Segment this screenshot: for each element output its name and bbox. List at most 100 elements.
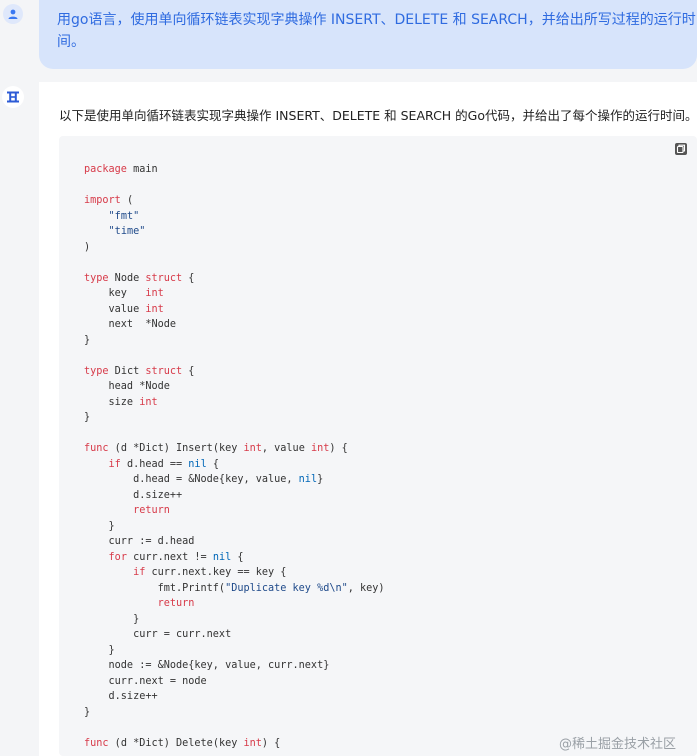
assistant-avatar	[2, 86, 24, 108]
code-token: size	[84, 396, 140, 408]
code-line: func (d *Dict) Delete(key int) {	[84, 736, 385, 752]
code-token: return	[157, 598, 195, 609]
code-token: int	[145, 288, 164, 299]
code-token: import	[84, 195, 121, 206]
code-line: "time"	[84, 224, 385, 240]
code-line: if d.head == nil {	[84, 457, 385, 473]
code-token: curr := d.head	[84, 536, 195, 547]
code-line: d.size++	[84, 689, 385, 705]
code-line: return	[84, 596, 385, 612]
code-token: int	[145, 303, 164, 315]
code-token: , key)	[347, 582, 385, 594]
code-token: }	[84, 706, 91, 718]
code-token: )	[84, 241, 91, 253]
user-icon	[8, 9, 18, 19]
code-token: }	[317, 474, 324, 485]
code-token: {	[182, 365, 195, 377]
code-token: }	[84, 520, 115, 532]
chat-page: 用go语言，使用单向循环链表实现字典操作 INSERT、DELETE 和 SEA…	[0, 0, 697, 756]
code-token: ) {	[329, 443, 348, 454]
code-token: curr.next !=	[126, 551, 213, 563]
code-line: value int	[84, 302, 385, 318]
code-line: curr = curr.next	[84, 627, 385, 643]
code-token: return	[133, 505, 170, 516]
code-token: ) {	[261, 737, 281, 749]
code-token: package	[84, 164, 127, 175]
code-line: }	[84, 519, 385, 535]
user-avatar	[3, 4, 23, 24]
code-token: struct	[145, 272, 183, 284]
code-token: {	[231, 551, 244, 563]
code-token: int	[243, 443, 262, 454]
code-line: head *Node	[84, 379, 385, 395]
code-line: )	[84, 240, 385, 256]
code-token: func	[84, 737, 109, 749]
code-line: next *Node	[84, 317, 385, 333]
code-token: , value	[261, 443, 311, 454]
code-token: if	[133, 567, 146, 578]
code-token: int	[243, 737, 262, 749]
code-line: d.head = &Node{key, value, nil}	[84, 472, 385, 488]
assistant-intro-text: 以下是使用单向循环链表实现字典操作 INSERT、DELETE 和 SEARCH…	[59, 108, 697, 123]
code-line: curr := d.head	[84, 534, 385, 550]
code-token: Dict	[108, 365, 146, 377]
code-token: curr = curr.next	[84, 629, 232, 640]
code-token: curr.next.key == key {	[145, 567, 287, 578]
watermark: @稀土掘金技术社区	[559, 733, 676, 752]
code-line: key int	[84, 286, 385, 302]
copy-code-button[interactable]	[674, 141, 688, 155]
code-token: type	[84, 272, 109, 284]
code-line: type Dict struct {	[84, 364, 385, 380]
code-line: "fmt"	[84, 209, 385, 225]
code-token: struct	[145, 365, 183, 377]
code-token: Node	[108, 272, 146, 284]
code-token: d.head = &Node{key, value,	[84, 474, 299, 485]
code-token: nil	[212, 551, 232, 563]
code-token: {	[182, 272, 195, 284]
code-line: }	[84, 333, 385, 349]
code-token: head *Node	[84, 381, 170, 392]
code-line: d.size++	[84, 488, 385, 504]
code-token: key	[84, 288, 146, 299]
code-token: d.size++	[84, 691, 158, 702]
code-token: d.head ==	[120, 458, 189, 470]
code-token: d.size++	[84, 489, 183, 501]
code-token: curr.next = node	[84, 675, 207, 687]
code-token: int	[139, 396, 158, 408]
code-line: }	[84, 643, 385, 659]
copy-icon	[675, 143, 687, 155]
watermark-text: @稀土掘金技术社区	[559, 737, 677, 752]
code-line: func (d *Dict) Insert(key int, value int…	[84, 441, 385, 457]
code-content: package main import ( "fmt" "time") type N…	[84, 162, 385, 751]
code-line: }	[84, 410, 385, 426]
code-token: }	[84, 412, 91, 423]
code-token: main	[126, 164, 158, 175]
code-token: "time"	[108, 226, 146, 237]
code-line: if curr.next.key == key {	[84, 565, 385, 581]
code-token: "Duplicate key %d\n"	[225, 582, 348, 594]
code-token: "fmt"	[108, 210, 140, 222]
code-token: fmt.Printf(	[84, 582, 226, 594]
code-line: }	[84, 612, 385, 628]
code-token: node := &Node{key, value, curr.next}	[84, 660, 330, 671]
code-line: return	[84, 503, 385, 519]
code-token: nil	[188, 458, 207, 470]
code-line: node := &Node{key, value, curr.next}	[84, 658, 385, 674]
code-line: size int	[84, 395, 385, 411]
code-line: fmt.Printf("Duplicate key %d\n", key)	[84, 581, 385, 597]
code-token: value	[84, 303, 146, 315]
code-line: for curr.next != nil {	[84, 550, 385, 566]
code-line: type Node struct {	[84, 271, 385, 287]
code-token: }	[84, 644, 115, 656]
code-token: type	[84, 365, 109, 377]
